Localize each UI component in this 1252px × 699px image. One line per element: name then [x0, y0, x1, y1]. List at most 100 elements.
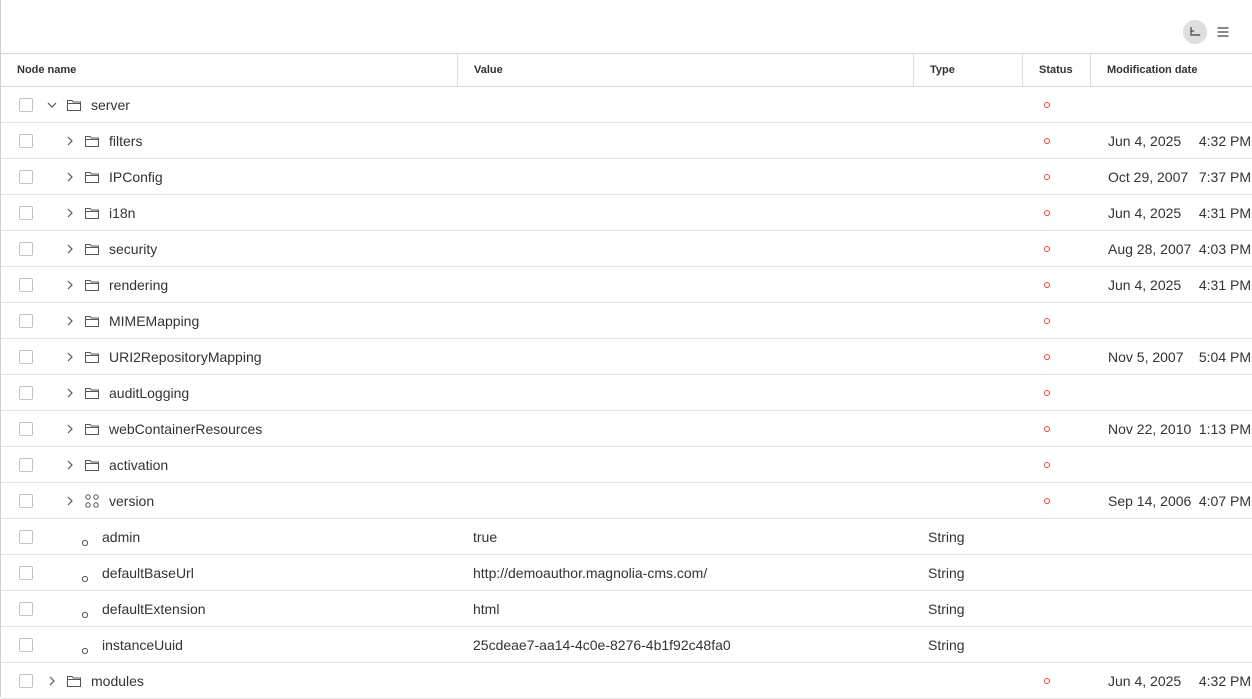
list-view-icon: [1217, 27, 1229, 37]
table-row[interactable]: rendering Jun 4, 2025 4:31 PM: [1, 267, 1252, 303]
row-checkbox[interactable]: [19, 530, 33, 544]
folder-icon: [84, 349, 100, 365]
tree-view-button[interactable]: [1183, 20, 1207, 44]
node-name: version: [109, 493, 155, 509]
table-row[interactable]: admin true String: [1, 519, 1252, 555]
folder-glyph: [85, 136, 99, 147]
row-checkbox[interactable]: [19, 170, 33, 184]
folder-icon: [66, 97, 82, 113]
type-cell: String: [928, 601, 965, 617]
column-header-node-name[interactable]: Node name: [1, 54, 458, 86]
type-cell: String: [928, 637, 965, 653]
row-checkbox[interactable]: [19, 314, 33, 328]
row-checkbox[interactable]: [19, 386, 33, 400]
status-indicator: [1044, 678, 1050, 684]
table-row[interactable]: filters Jun 4, 2025 4:32 PM: [1, 123, 1252, 159]
folder-glyph: [85, 244, 99, 255]
row-checkbox[interactable]: [19, 206, 33, 220]
table-row[interactable]: MIMEMapping: [1, 303, 1252, 339]
table-row[interactable]: i18n Jun 4, 2025 4:31 PM: [1, 195, 1252, 231]
status-indicator: [1044, 174, 1050, 180]
table-row[interactable]: instanceUuid 25cdeae7-aa14-4c0e-8276-4b1f…: [1, 627, 1252, 663]
node-name: modules: [91, 673, 144, 689]
chevron-right-icon[interactable]: [63, 242, 77, 256]
status-indicator: [1044, 426, 1050, 432]
table-row[interactable]: activation: [1, 447, 1252, 483]
row-checkbox[interactable]: [19, 350, 33, 364]
chevron-right-icon[interactable]: [63, 278, 77, 292]
chevron-right-icon[interactable]: [63, 494, 77, 508]
row-checkbox[interactable]: [19, 242, 33, 256]
row-checkbox[interactable]: [19, 638, 33, 652]
node-name: security: [109, 241, 158, 257]
column-header-status[interactable]: Status: [1023, 54, 1091, 86]
column-header-value[interactable]: Value: [458, 54, 914, 86]
table-row[interactable]: version Sep 14, 2006 4:07 PM: [1, 483, 1252, 519]
status-indicator: [1044, 246, 1050, 252]
chevron-down-icon[interactable]: [45, 98, 59, 112]
status-indicator: [1044, 318, 1050, 324]
row-checkbox[interactable]: [19, 602, 33, 616]
modification-date: Aug 28, 2007: [1108, 241, 1192, 257]
modification-date: Nov 22, 2010: [1108, 421, 1192, 437]
list-view-button[interactable]: [1211, 20, 1235, 44]
expanded-chevron: [47, 102, 57, 108]
modification-time: 4:32 PM: [1198, 133, 1251, 149]
node-name: defaultBaseUrl: [102, 565, 194, 581]
table-row[interactable]: defaultExtension html String: [1, 591, 1252, 627]
modification-date: Nov 5, 2007: [1108, 349, 1184, 365]
row-checkbox[interactable]: [19, 566, 33, 580]
status-indicator: [1044, 138, 1050, 144]
collapsed-chevron: [67, 352, 73, 362]
table-row[interactable]: security Aug 28, 2007 4:03 PM: [1, 231, 1252, 267]
folder-icon: [84, 133, 100, 149]
row-checkbox[interactable]: [19, 674, 33, 688]
folder-glyph: [85, 172, 99, 183]
modification-time: 4:31 PM: [1198, 277, 1251, 293]
row-checkbox[interactable]: [19, 458, 33, 472]
chevron-right-icon[interactable]: [63, 350, 77, 364]
value-cell: http://demoauthor.magnolia-cms.com/: [473, 565, 708, 581]
node-name: activation: [109, 457, 169, 473]
type-cell: String: [928, 529, 965, 545]
table-row[interactable]: server: [1, 87, 1252, 123]
table-row[interactable]: defaultBaseUrl http://demoauthor.magnolia…: [1, 555, 1252, 591]
chevron-right-icon[interactable]: [63, 386, 77, 400]
chevron-right-icon[interactable]: [63, 134, 77, 148]
folder-glyph: [85, 460, 99, 471]
table-row[interactable]: URI2RepositoryMapping Nov 5, 2007 5:04 PM: [1, 339, 1252, 375]
node-name: rendering: [109, 277, 169, 293]
table-row[interactable]: auditLogging: [1, 375, 1252, 411]
table-row[interactable]: IPConfig Oct 29, 2007 7:37 PM: [1, 159, 1252, 195]
node-name: auditLogging: [109, 385, 190, 401]
table-row[interactable]: webContainerResources Nov 22, 2010 1:13 PM: [1, 411, 1252, 447]
chevron-right-icon[interactable]: [45, 674, 59, 688]
folder-glyph: [67, 100, 81, 111]
column-header-modification-date[interactable]: Modification date: [1091, 54, 1252, 86]
modification-date: Jun 4, 2025: [1108, 277, 1182, 293]
folder-glyph: [85, 208, 99, 219]
row-checkbox[interactable]: [19, 98, 33, 112]
chevron-right-icon[interactable]: [63, 170, 77, 184]
chevron-right-icon[interactable]: [63, 458, 77, 472]
table-row[interactable]: modules Jun 4, 2025 4:32 PM: [1, 663, 1252, 699]
modification-date: Oct 29, 2007: [1108, 169, 1189, 185]
chevron-right-icon[interactable]: [63, 314, 77, 328]
content-node-glyph: [85, 494, 99, 508]
chevron-right-icon[interactable]: [63, 206, 77, 220]
modification-time: 4:31 PM: [1198, 205, 1251, 221]
row-checkbox[interactable]: [19, 278, 33, 292]
collapsed-chevron: [49, 676, 55, 686]
folder-icon: [84, 277, 100, 293]
collapsed-chevron: [67, 280, 73, 290]
status-indicator: [1044, 282, 1050, 288]
column-header-type[interactable]: Type: [914, 54, 1023, 86]
row-checkbox[interactable]: [19, 494, 33, 508]
row-checkbox[interactable]: [19, 134, 33, 148]
folder-glyph: [85, 316, 99, 327]
row-checkbox[interactable]: [19, 422, 33, 436]
value-cell: true: [473, 529, 498, 545]
chevron-right-icon[interactable]: [63, 422, 77, 436]
folder-glyph: [67, 676, 81, 687]
collapsed-chevron: [67, 136, 73, 146]
